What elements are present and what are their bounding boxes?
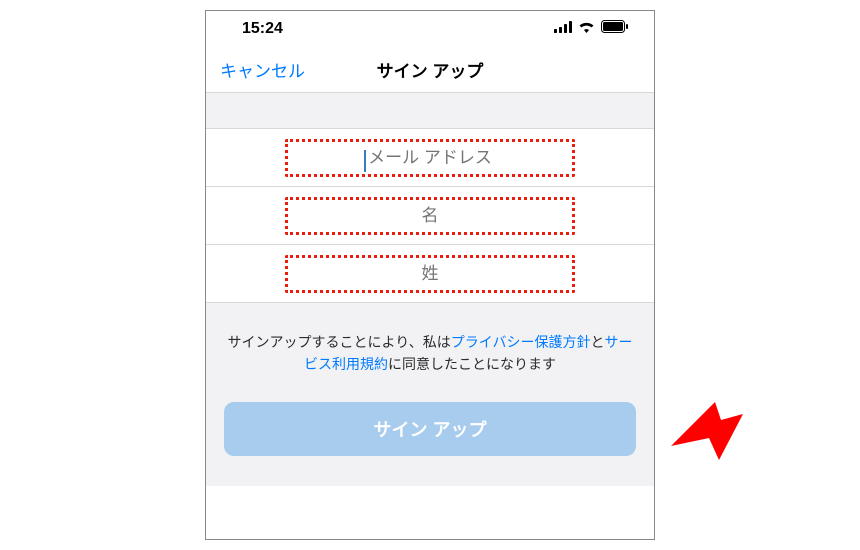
firstname-row — [206, 187, 654, 245]
firstname-field[interactable] — [288, 206, 572, 226]
email-highlight — [285, 139, 575, 177]
lastname-field[interactable] — [288, 264, 572, 284]
signup-button[interactable]: サイン アップ — [224, 402, 636, 456]
pointer-arrow-icon — [665, 390, 745, 470]
text-cursor — [364, 150, 366, 172]
battery-icon — [601, 20, 628, 38]
firstname-highlight — [285, 197, 575, 235]
privacy-link[interactable]: プライバシー保護方針 — [451, 334, 591, 350]
lastname-row — [206, 245, 654, 303]
nav-bar: キャンセル サイン アップ — [206, 47, 654, 93]
status-icons — [554, 20, 628, 38]
wifi-icon — [578, 20, 595, 38]
status-bar: 15:24 — [206, 11, 654, 47]
email-row — [206, 129, 654, 187]
lastname-highlight — [285, 255, 575, 293]
page-title: サイン アップ — [377, 57, 484, 82]
below-form-section: サインアップすることにより、私はプライバシー保護方針とサービス利用規約に同意した… — [206, 303, 654, 486]
agreement-and: と — [590, 334, 604, 350]
email-field[interactable] — [288, 148, 572, 168]
agreement-part1: サインアップすることにより、私は — [228, 334, 451, 350]
agreement-text: サインアップすることにより、私はプライバシー保護方針とサービス利用規約に同意した… — [224, 331, 636, 376]
spacer — [206, 93, 654, 129]
cancel-button[interactable]: キャンセル — [220, 57, 305, 82]
signup-form — [206, 129, 654, 303]
status-time: 15:24 — [242, 20, 283, 38]
signal-icon — [554, 20, 572, 38]
agreement-part2: に同意したことになります — [388, 356, 556, 372]
phone-frame: 15:24 キャンセル サイン アップ — [205, 10, 655, 540]
